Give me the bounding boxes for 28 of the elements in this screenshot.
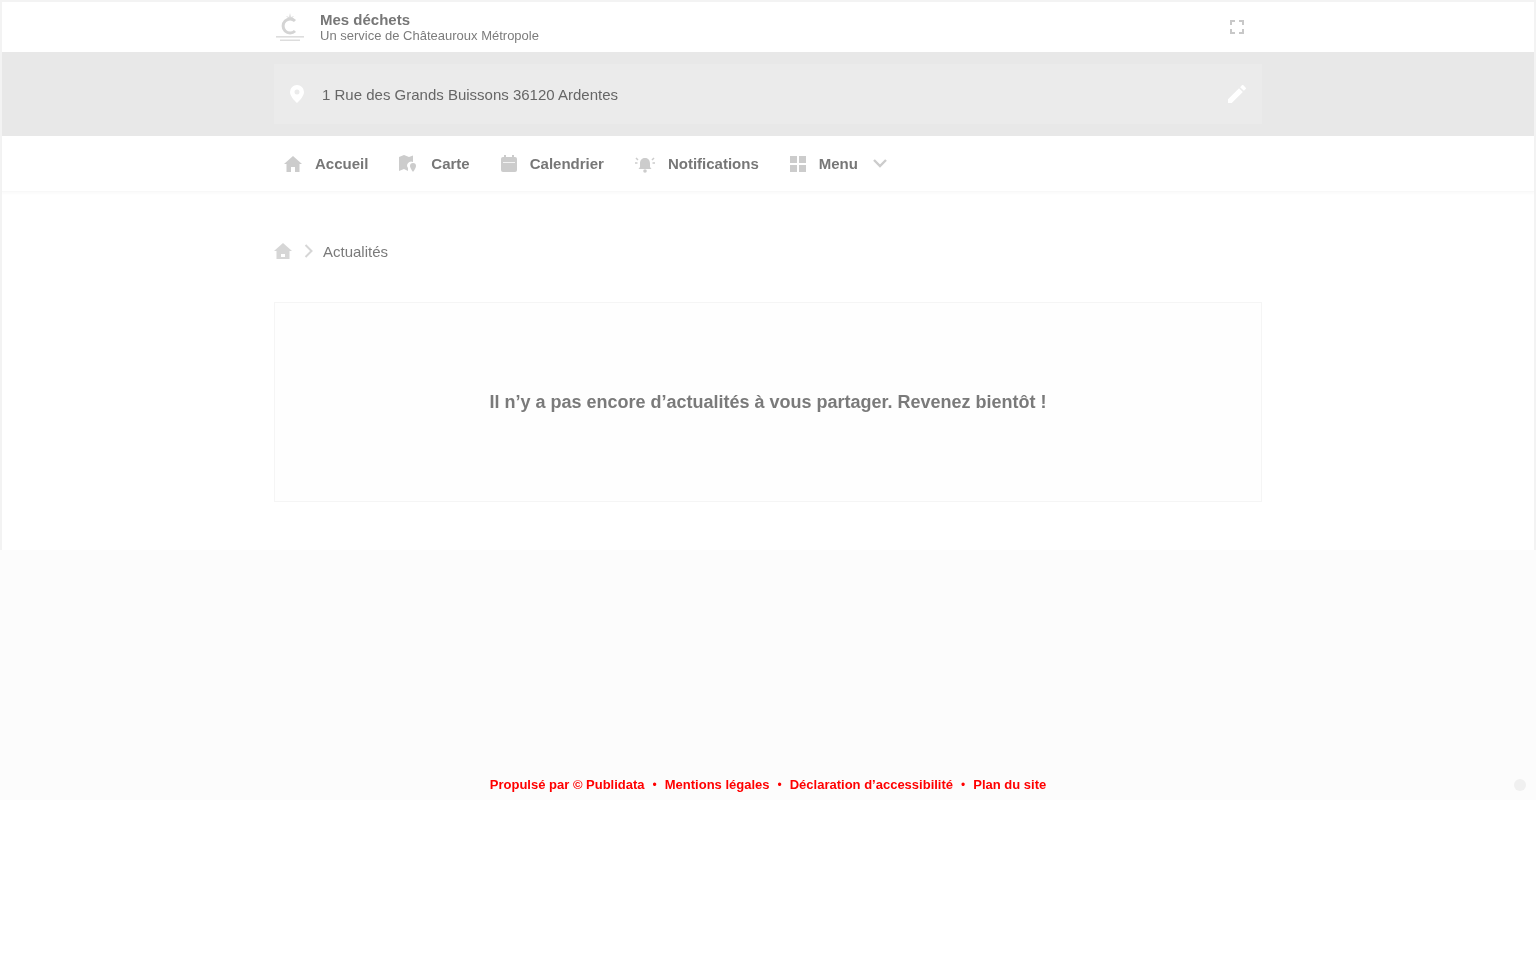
nav-link[interactable]: Carte bbox=[389, 154, 491, 173]
footer-link[interactable]: Propulsé par © Publidata bbox=[489, 777, 645, 792]
map-pin-icon bbox=[399, 154, 419, 173]
footer-link[interactable]: Plan du site bbox=[973, 777, 1047, 792]
home-icon bbox=[284, 155, 302, 172]
fullscreen-icon bbox=[1230, 20, 1244, 34]
logo-icon bbox=[274, 12, 306, 42]
footer-link[interactable]: Déclaration d’accessibilité bbox=[789, 777, 954, 792]
footer-separator: • bbox=[961, 777, 966, 792]
address-text: 1 Rue des Grands Buissons 36120 Ardentes bbox=[322, 85, 620, 103]
bell-icon bbox=[634, 154, 655, 173]
fullscreen-button[interactable] bbox=[1230, 20, 1244, 34]
grid-icon bbox=[789, 155, 806, 172]
calendar-icon bbox=[500, 155, 517, 172]
empty-news-message: Il n’y a pas encore d’actualités à vous partager. Revenez bientôt ! bbox=[489, 391, 1047, 413]
chevron-down-icon bbox=[872, 159, 887, 168]
footer-link[interactable]: Mentions légales bbox=[664, 777, 770, 792]
breadcrumb-current: Actualités bbox=[323, 242, 389, 260]
footer-separator: • bbox=[652, 777, 657, 792]
footer-separator: • bbox=[777, 777, 782, 792]
chevron-right-icon bbox=[304, 244, 313, 258]
app-title: Mes déchets bbox=[320, 10, 412, 28]
nav-link[interactable]: Accueil bbox=[274, 155, 390, 172]
home-icon bbox=[274, 243, 292, 259]
nav-link[interactable]: Menu bbox=[779, 155, 908, 172]
app-subtitle: Un service de Châteauroux Métropole bbox=[320, 27, 540, 44]
nav-link[interactable]: Notifications bbox=[624, 154, 780, 173]
nav-link[interactable]: Calendrier bbox=[490, 155, 625, 172]
